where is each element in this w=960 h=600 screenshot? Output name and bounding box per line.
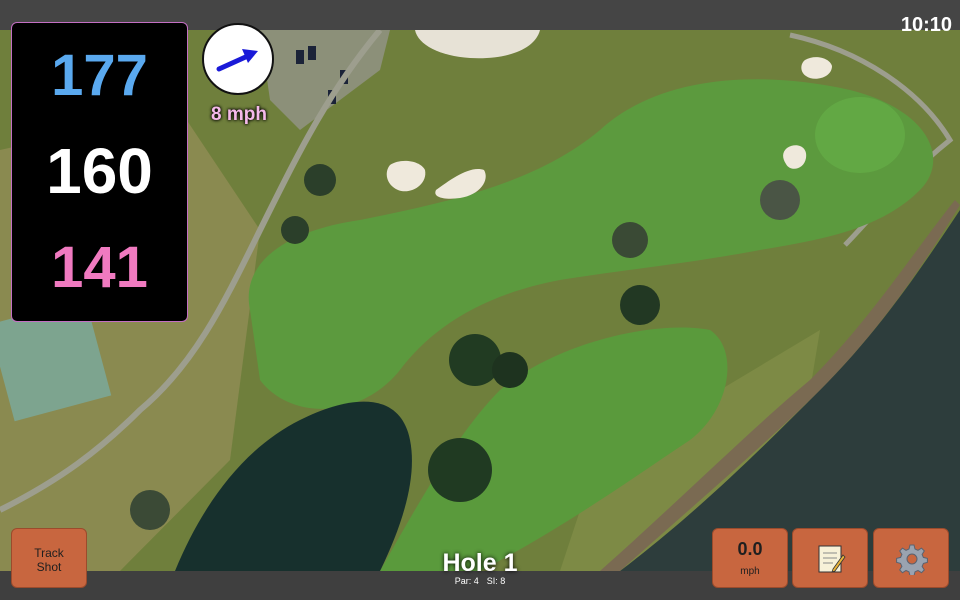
track-shot-button[interactable]: Track Shot [11, 528, 87, 588]
hole-par: Par: 4 [454, 576, 479, 586]
notepad-icon [818, 545, 846, 573]
distance-back: 177 [51, 43, 148, 108]
track-shot-label-line2: Shot [36, 560, 62, 574]
clock: 10:10 [900, 14, 952, 36]
gear-icon [896, 544, 928, 575]
distance-front: 141 [51, 235, 148, 300]
settings-button[interactable] [873, 528, 949, 588]
distance-middle: 160 [46, 135, 153, 207]
hole-info: Par: 4 SI: 8 [380, 576, 580, 586]
notes-button[interactable] [792, 528, 868, 588]
wind-speed-value: 0.0 [737, 539, 763, 559]
wind-speed-button[interactable]: 0.0 mph [712, 528, 788, 588]
arrow-northeast-icon [216, 49, 258, 72]
hole-title: Hole 1 [442, 549, 518, 577]
track-shot-label-line1: Track [34, 546, 64, 560]
distance-panel: 177 160 141 [11, 22, 188, 322]
hole-si: SI: 8 [486, 576, 506, 586]
wind-speed-label: 8 mph [211, 104, 267, 125]
wind-speed-unit: mph [740, 566, 760, 577]
wind-direction-dial [202, 23, 274, 95]
